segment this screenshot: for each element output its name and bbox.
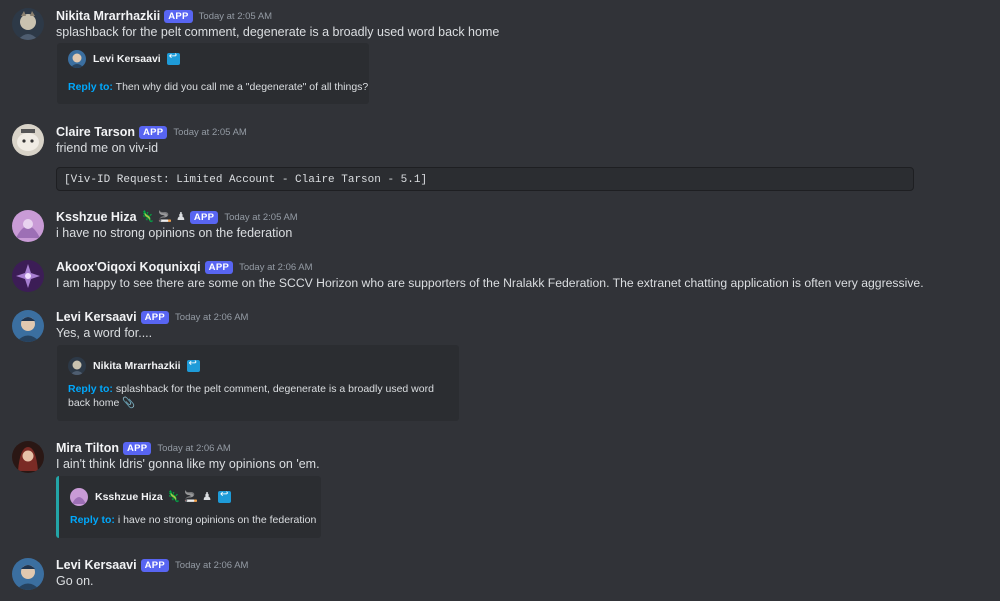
message-text: Go on. [56, 574, 94, 588]
reply-embed: Levi Kersaavi Reply to: Then why did you… [57, 43, 369, 104]
message-text: friend me on viv-id [56, 141, 159, 155]
avatar[interactable] [12, 260, 44, 292]
timestamp[interactable]: Today at 2:06 AM [157, 443, 230, 454]
chat-log: Nikita Mrarrhazkii APP Today at 2:05 AM … [0, 0, 1000, 601]
author-name[interactable]: Claire Tarson [56, 125, 135, 139]
timestamp[interactable]: Today at 2:06 AM [175, 312, 248, 323]
avatar[interactable] [12, 124, 44, 156]
message-text: I am happy to see there are some on the … [56, 276, 924, 290]
pawn-emoji: ♟ [176, 210, 186, 223]
message-text: i have no strong opinions on the federat… [56, 226, 293, 240]
reply-arrow-icon [186, 358, 200, 372]
avatar[interactable] [12, 210, 44, 242]
timestamp[interactable]: Today at 2:05 AM [199, 11, 272, 22]
reply-text: Then why did you call me a "degenerate" … [115, 81, 369, 93]
app-badge: APP [140, 310, 170, 324]
avatar[interactable] [12, 8, 44, 40]
reply-text-continued: back home 📎 [68, 397, 136, 409]
embed-author-name[interactable]: Ksshzue Hiza [95, 491, 163, 503]
avatar[interactable] [12, 558, 44, 590]
author-name[interactable]: Ksshzue Hiza [56, 210, 137, 224]
reply-text: splashback for the pelt comment, degener… [115, 383, 434, 395]
avatar[interactable] [12, 310, 44, 342]
embed-avatar[interactable] [70, 488, 88, 506]
timestamp[interactable]: Today at 2:05 AM [173, 127, 246, 138]
app-badge: APP [138, 125, 168, 139]
reply-embed: Nikita Mrarrhazkii Reply to: splashback … [57, 345, 459, 421]
avatar[interactable] [12, 441, 44, 473]
embed-avatar[interactable] [68, 50, 86, 68]
author-name[interactable]: Akoox'Oiqoxi Koqunixqi [56, 260, 201, 274]
cigarette-emoji: 🚬 [184, 490, 199, 503]
app-badge: APP [204, 260, 234, 274]
lizard-emoji: 🦎 [140, 210, 155, 223]
author-name[interactable]: Levi Kersaavi [56, 558, 137, 572]
lizard-emoji: 🦎 [166, 490, 181, 503]
embed-description: Reply to: i have no strong opinions on t… [70, 513, 316, 527]
app-badge: APP [122, 441, 152, 455]
reply-arrow-icon [166, 51, 180, 65]
author-name[interactable]: Levi Kersaavi [56, 310, 137, 324]
embed-avatar[interactable] [68, 357, 86, 375]
reply-label: Reply to: [70, 514, 115, 526]
embed-description: Reply to: splashback for the pelt commen… [68, 382, 434, 410]
embed-author-name[interactable]: Nikita Mrarrhazkii [93, 360, 181, 372]
cigarette-emoji: 🚬 [158, 210, 172, 223]
reply-arrow-icon [217, 489, 231, 503]
timestamp[interactable]: Today at 2:06 AM [239, 262, 312, 273]
app-badge: APP [189, 210, 219, 224]
author-name[interactable]: Nikita Mrarrhazkii [56, 9, 160, 23]
reply-embed: Ksshzue Hiza 🦎 🚬 ♟ Reply to: i have no s… [56, 476, 321, 538]
app-badge: APP [164, 9, 193, 23]
embed-description: Reply to: Then why did you call me a "de… [68, 80, 368, 94]
pawn-emoji: ♟ [202, 490, 212, 503]
author-name[interactable]: Mira Tilton [56, 441, 119, 455]
reply-text: i have no strong opinions on the federat… [117, 514, 317, 526]
app-badge: APP [140, 558, 170, 572]
message-text: splashback for the pelt comment, degener… [56, 25, 500, 39]
message-text: I ain't think Idris' gonna like my opini… [56, 457, 320, 471]
timestamp[interactable]: Today at 2:06 AM [175, 560, 248, 571]
message-text: Yes, a word for.... [56, 326, 153, 340]
timestamp[interactable]: Today at 2:05 AM [224, 212, 297, 223]
reply-label: Reply to: [68, 383, 113, 395]
reply-label: Reply to: [68, 81, 113, 93]
embed-author-name[interactable]: Levi Kersaavi [93, 53, 161, 65]
code-block: [Viv-ID Request: Limited Account - Clair… [56, 167, 914, 191]
